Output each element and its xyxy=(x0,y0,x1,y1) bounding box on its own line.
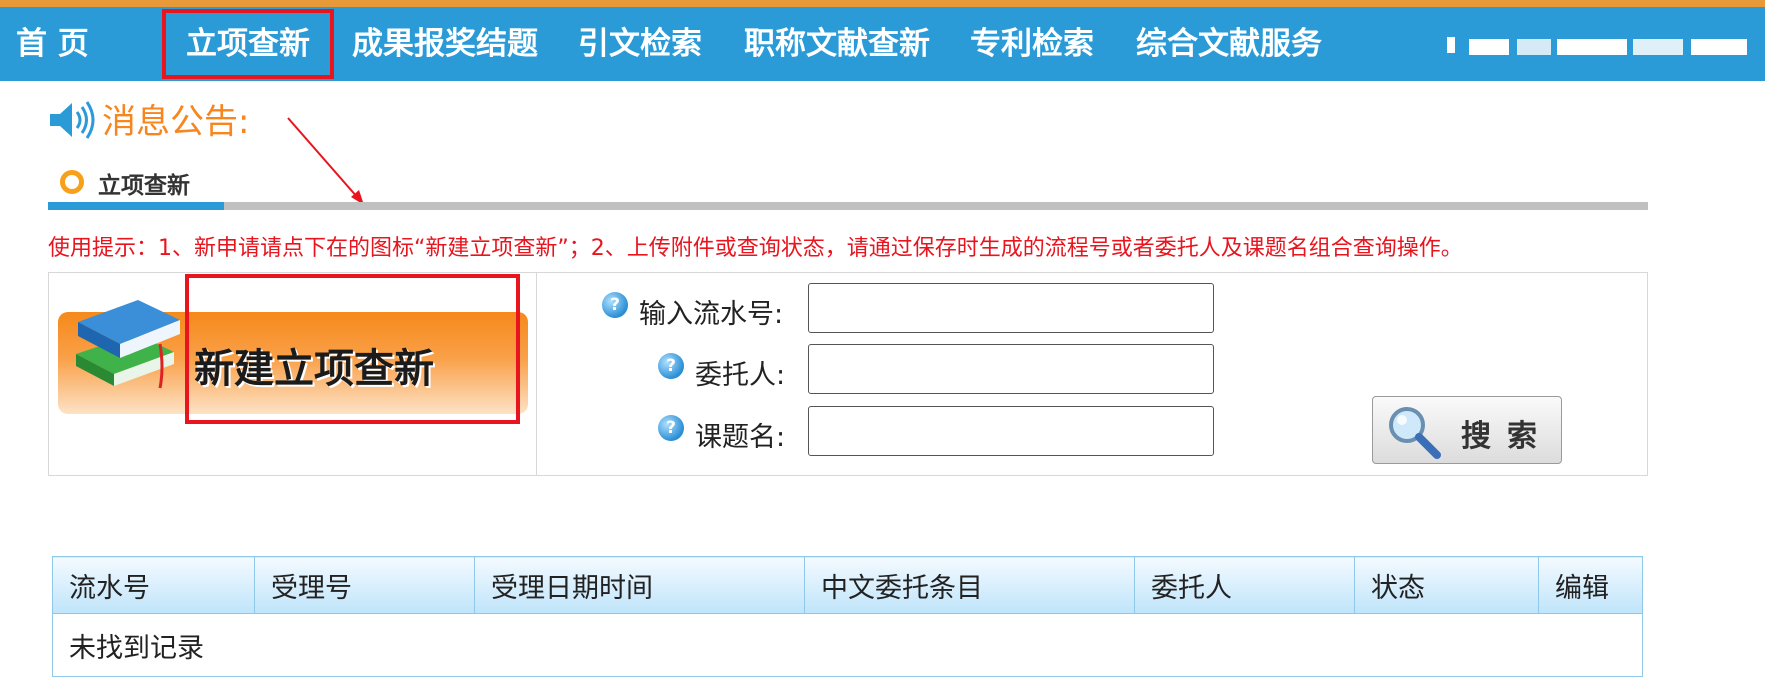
magnifier-icon xyxy=(1389,407,1441,459)
top-accent-bar xyxy=(0,0,1765,7)
serial-number-label: 输入流水号: xyxy=(639,299,784,330)
client-label: 委托人: xyxy=(695,360,786,391)
help-icon: ? xyxy=(658,353,684,379)
nav-patent-search[interactable]: 专利检索 xyxy=(970,7,1094,81)
tab-underline xyxy=(48,202,1648,210)
results-table: 流水号 受理号 受理日期时间 中文委托条目 委托人 状态 编辑 未找到记录 xyxy=(52,556,1643,677)
nav-citation-search[interactable]: 引文检索 xyxy=(578,7,702,81)
topic-label: 课题名: xyxy=(695,422,786,453)
column-header-acceptance-no[interactable]: 受理号 xyxy=(254,556,475,614)
help-icon: ? xyxy=(602,292,628,318)
speaker-icon xyxy=(50,101,95,139)
column-header-edit[interactable]: 编辑 xyxy=(1538,556,1643,614)
empty-results-message: 未找到记录 xyxy=(52,613,1643,677)
main-navbar: 首 页 立项查新 成果报奖结题 引文检索 职称文献查新 专利检索 综合文献服务 xyxy=(0,7,1765,81)
nav-home[interactable]: 首 页 xyxy=(16,7,89,81)
column-header-chinese-entry[interactable]: 中文委托条目 xyxy=(804,556,1135,614)
nav-literature-service[interactable]: 综合文献服务 xyxy=(1136,7,1322,81)
nav-title-literature[interactable]: 职称文献查新 xyxy=(744,7,930,81)
nav-project-novelty[interactable]: 立项查新 xyxy=(162,9,334,79)
help-icon: ? xyxy=(658,415,684,441)
serial-number-input[interactable] xyxy=(808,283,1214,333)
table-row: 未找到记录 xyxy=(52,613,1643,677)
column-header-client[interactable]: 委托人 xyxy=(1134,556,1355,614)
tab-project-novelty[interactable]: 立项查新 xyxy=(98,166,190,200)
tab-underline-active xyxy=(48,202,224,210)
column-header-serial[interactable]: 流水号 xyxy=(52,556,255,614)
column-header-acceptance-datetime[interactable]: 受理日期时间 xyxy=(474,556,805,614)
client-input[interactable] xyxy=(808,344,1214,394)
user-info-redacted[interactable] xyxy=(1447,35,1747,59)
nav-achievement-awards[interactable]: 成果报奖结题 xyxy=(352,7,538,81)
tab-bullet-icon xyxy=(60,170,84,194)
search-button-label[interactable]: 搜索 xyxy=(1461,411,1553,455)
form-divider xyxy=(536,273,537,475)
table-header-row: 流水号 受理号 受理日期时间 中文委托条目 委托人 状态 编辑 xyxy=(52,556,1643,614)
annotation-arrow xyxy=(287,117,364,205)
usage-tip: 使用提示：1、新申请请点下在的图标“新建立项查新”；2、上传附件或查询状态，请通… xyxy=(48,236,1463,261)
topic-input[interactable] xyxy=(808,406,1214,456)
notice-title: 消息公告: xyxy=(102,102,250,142)
books-icon xyxy=(76,300,180,389)
new-project-label[interactable]: 新建立项查新 xyxy=(194,336,434,394)
column-header-status[interactable]: 状态 xyxy=(1354,556,1539,614)
search-button[interactable]: 搜索 xyxy=(1372,396,1562,464)
